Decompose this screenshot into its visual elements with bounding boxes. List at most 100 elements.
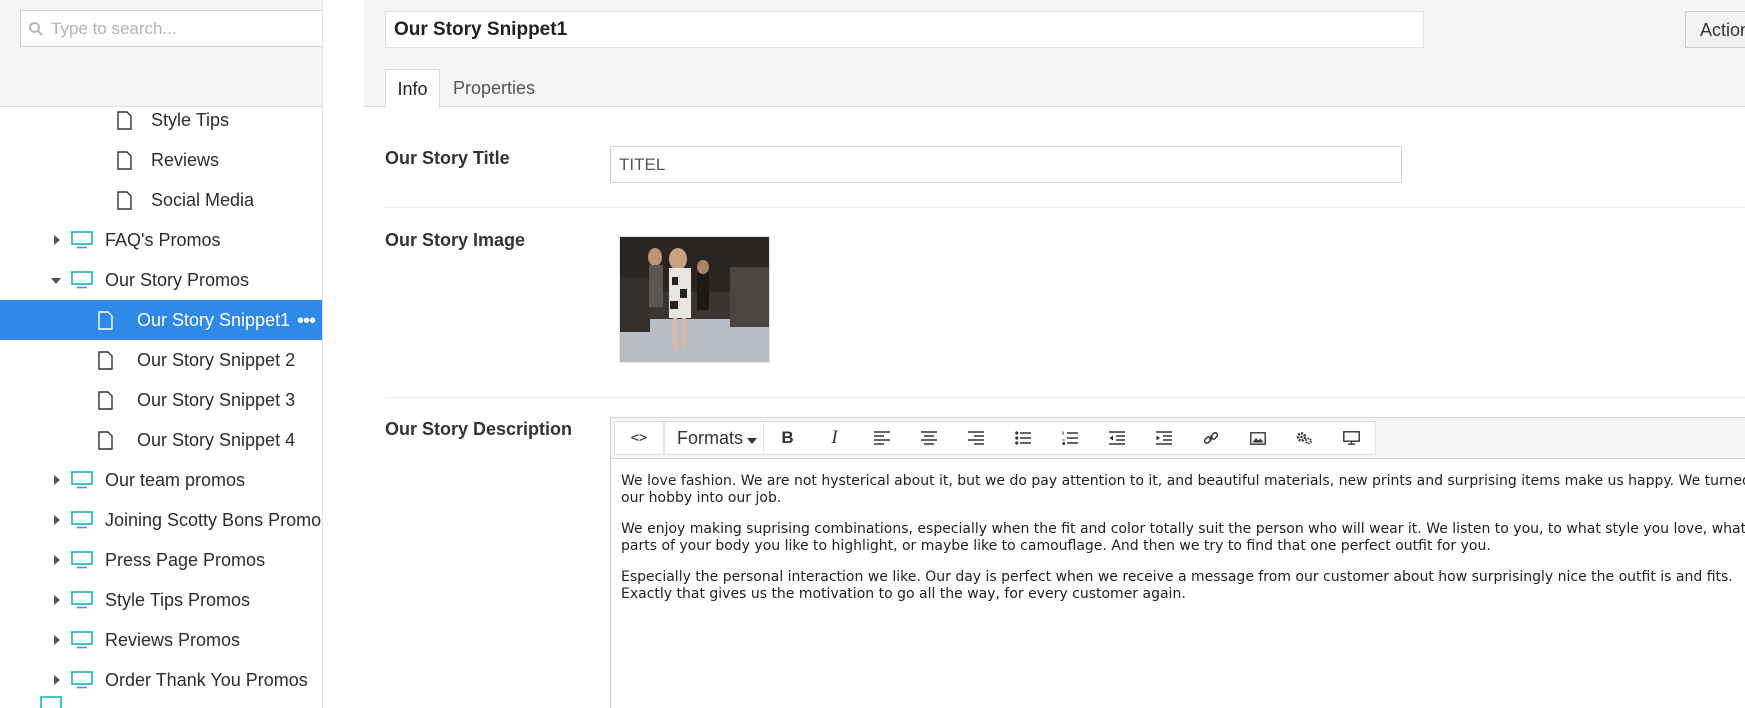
monitor-icon [71,631,93,649]
tree-item-label: Order Thank You Promos [105,669,308,690]
tree-item-style-tips[interactable]: Style Tips [0,100,322,140]
monitor-icon [71,231,93,249]
macro-icon[interactable] [1281,422,1328,454]
caret-right-icon[interactable] [51,474,63,486]
editor-header: Actions Info Properties [364,0,1745,108]
our-story-title-label: Our Story Title [385,148,510,168]
monitor-icon [71,511,93,529]
tree-item-label: Our team promos [105,469,246,490]
monitor-icon [71,591,93,609]
caret-right-icon[interactable] [51,674,63,686]
tree-item-style-tips-promos[interactable]: Style Tips Promos [0,580,322,620]
formats-label: Formats [677,427,744,448]
tree-item-order-thank-you-promos[interactable]: Order Thank You Promos [0,660,322,700]
document-icon [98,310,113,330]
caret-right-icon[interactable] [51,634,63,646]
tree-item-partial [0,696,322,708]
tree-item-label: Social Media [151,189,255,210]
rte-group-formats: Formats [664,421,771,455]
divider [385,207,1745,208]
search-input[interactable] [51,18,321,39]
tree-item-label: Our Story Snippet 2 [137,349,296,370]
tree-item-label: Our Story Snippet 4 [137,429,296,450]
rich-text-editor[interactable]: <> Formats B I We love fashion. We are n… [610,417,1745,708]
formats-dropdown[interactable]: Formats [665,428,769,449]
tree-item-label: Our Story Snippet 3 [137,389,296,410]
link-icon[interactable] [1187,422,1234,454]
tree-item-press-page-promos[interactable]: Press Page Promos [0,540,322,580]
rte-content[interactable]: We love fashion. We are not hysterical a… [621,473,1745,617]
tree-item-our-story-snippet-4[interactable]: Our Story Snippet 4 [0,420,322,460]
tree-item-label: Our Story Promos [105,269,250,290]
tree-item-label: FAQ's Promos [105,229,221,250]
rte-paragraph: We enjoy making suprising combinations, … [621,521,1745,554]
tree-item-our-story-snippet-3[interactable]: Our Story Snippet 3 [0,380,322,420]
image-icon[interactable] [1234,422,1281,454]
tree-item-label: Press Page Promos [105,549,266,570]
bullet-list-icon[interactable] [999,422,1046,454]
caret-right-icon[interactable] [51,554,63,566]
document-icon [117,110,132,130]
tree-item-social-media[interactable]: Social Media [0,180,322,220]
tab-properties[interactable]: Properties [453,69,535,108]
embed-icon[interactable] [1328,422,1375,454]
tree-search-area [0,0,322,107]
tree-item-our-story-snippet1[interactable]: Our Story Snippet1 ••• [0,300,322,340]
rte-group-source: <> [614,421,664,455]
document-icon [98,350,113,370]
monitor-icon [71,271,93,289]
document-icon [98,390,113,410]
monitor-icon [71,471,93,489]
document-icon [117,150,132,170]
monitor-icon [40,696,62,708]
tree-item-label: Reviews Promos [105,629,241,650]
align-right-icon[interactable] [952,422,999,454]
caret-down-icon [747,428,758,449]
tree-item-reviews[interactable]: Reviews [0,140,322,180]
node-name-input[interactable] [385,11,1424,48]
tree-item-label: Style Tips Promos [105,589,251,610]
numbered-list-icon[interactable] [1046,422,1093,454]
our-story-title-input[interactable] [610,146,1402,183]
align-center-icon[interactable] [905,422,952,454]
tree-item-faqs-promos[interactable]: FAQ's Promos [0,220,322,260]
tree-item-label: Joining Scotty Bons Promos [105,509,323,530]
our-story-description-label: Our Story Description [385,419,573,439]
actions-button[interactable]: Actions [1685,11,1745,48]
content-tree-panel: Style Tips Reviews Social Media FAQ's Pr… [0,0,323,708]
tree-item-joining-scotty-bons-promos[interactable]: Joining Scotty Bons Promos [0,500,323,540]
rte-group-formatting: B I [763,421,1376,455]
tree-item-reviews-promos[interactable]: Reviews Promos [0,620,322,660]
monitor-icon [71,551,93,569]
tree-item-label: Reviews [151,149,220,170]
more-options-button[interactable]: ••• [297,310,316,333]
tree-item-our-story-promos[interactable]: Our Story Promos [0,260,322,300]
code-icon[interactable]: <> [615,422,663,454]
caret-down-icon[interactable] [50,275,62,287]
divider [385,397,1745,398]
rte-toolbar: <> Formats B I [611,418,1745,459]
bold-icon[interactable]: B [764,422,811,454]
rte-paragraph: We love fashion. We are not hysterical a… [621,473,1745,506]
tab-info[interactable]: Info [385,69,440,108]
caret-right-icon[interactable] [51,594,63,606]
tree-item-our-team-promos[interactable]: Our team promos [0,460,322,500]
rte-paragraph: Especially the personal interaction we l… [621,569,1733,602]
content-editor: Actions Info Properties Our Story Title … [364,0,1745,708]
search-box[interactable] [20,10,322,47]
search-icon [21,21,51,37]
italic-icon[interactable]: I [811,422,858,454]
align-left-icon[interactable] [858,422,905,454]
tree-list: Style Tips Reviews Social Media FAQ's Pr… [0,100,323,708]
caret-right-icon[interactable] [51,234,63,246]
outdent-icon[interactable] [1093,422,1140,454]
indent-icon[interactable] [1140,422,1187,454]
document-icon [117,190,132,210]
tree-item-our-story-snippet-2[interactable]: Our Story Snippet 2 [0,340,322,380]
monitor-icon [71,671,93,689]
our-story-image[interactable] [619,236,770,363]
tree-item-label: Style Tips [151,109,230,130]
tree-item-label: Our Story Snippet1 [137,309,291,330]
caret-right-icon[interactable] [51,514,63,526]
our-story-image-label: Our Story Image [385,230,526,250]
